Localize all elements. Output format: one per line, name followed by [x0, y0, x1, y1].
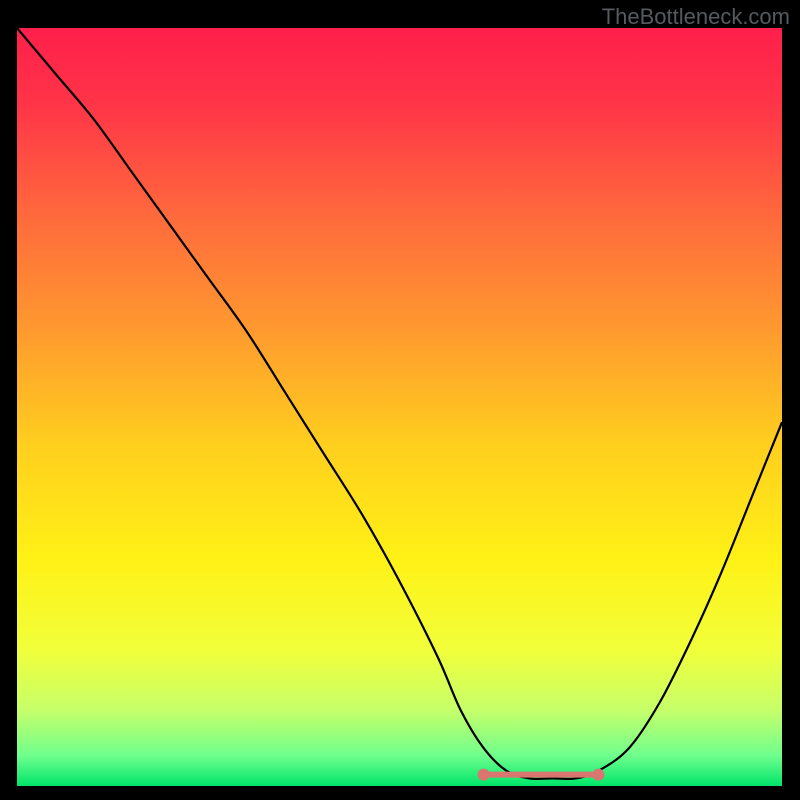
bottleneck-curve: [17, 28, 782, 779]
chart-area: [17, 28, 782, 786]
flat-segment-start-marker: [478, 769, 490, 781]
chart-curve-layer: [17, 28, 782, 786]
flat-segment-end-marker: [592, 769, 604, 781]
watermark-label: TheBottleneck.com: [602, 4, 790, 30]
